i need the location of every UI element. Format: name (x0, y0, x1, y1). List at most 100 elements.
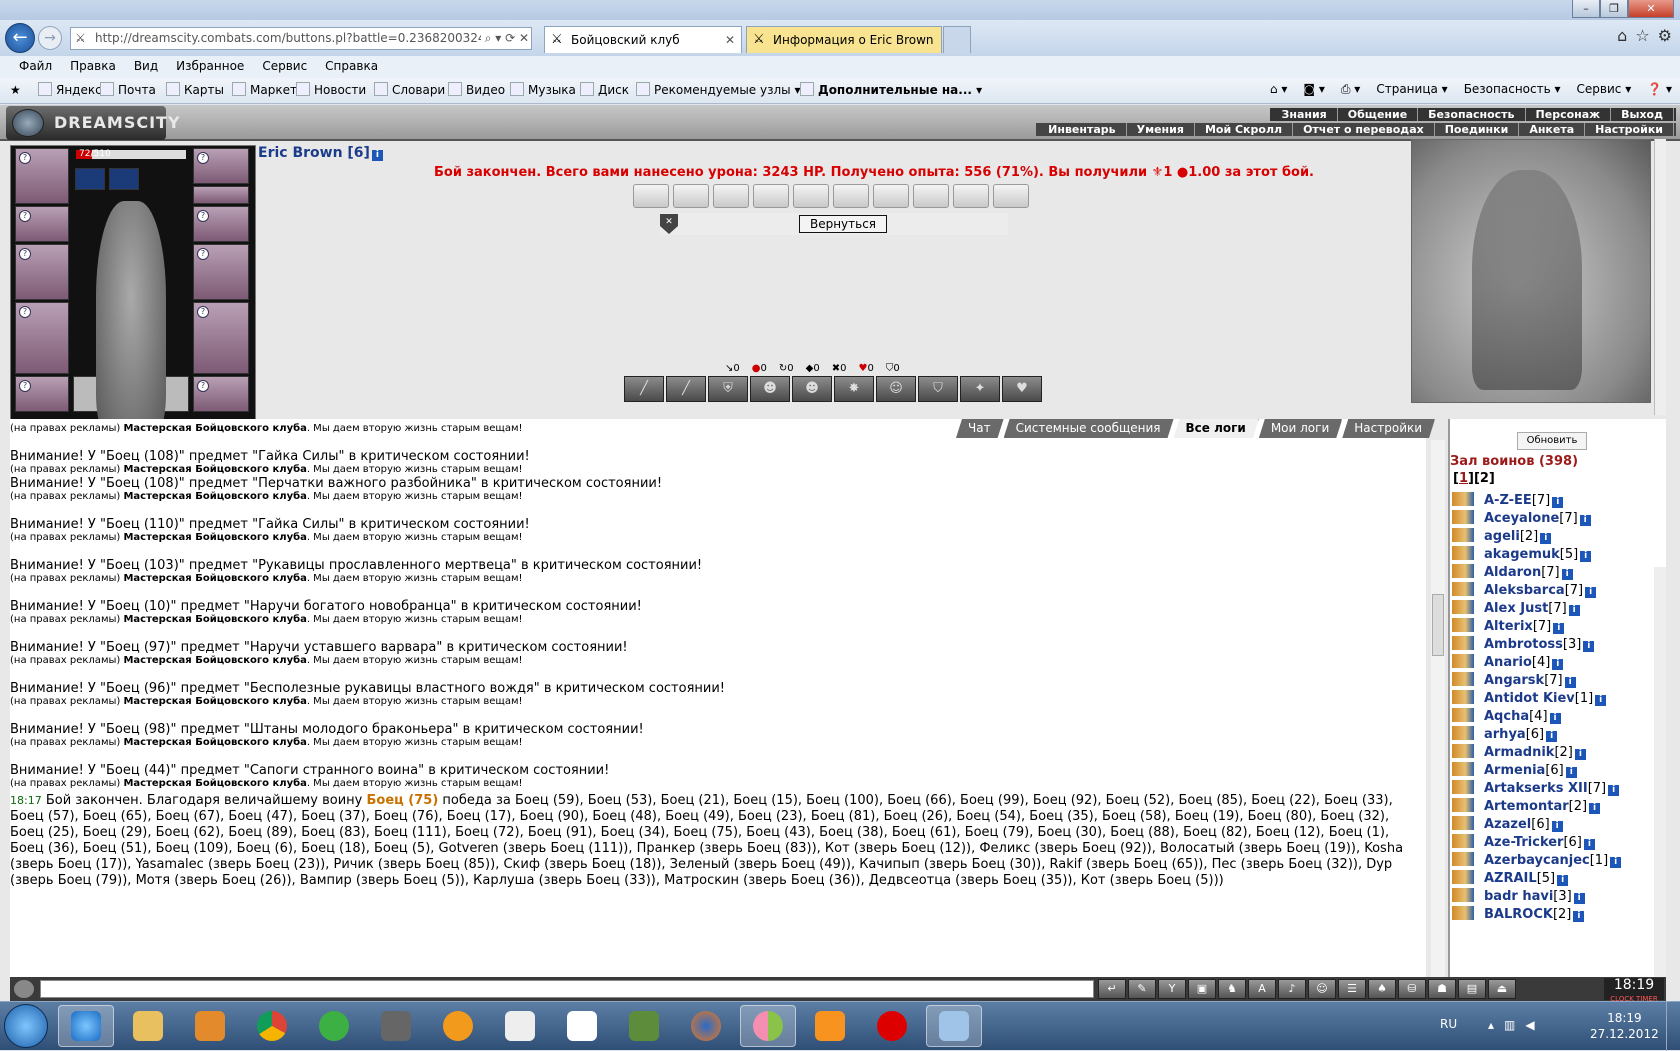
link-knowledge[interactable]: Знания (1272, 108, 1338, 121)
player-action-icon[interactable] (1452, 834, 1474, 848)
scroll-slot[interactable] (713, 184, 749, 208)
player-name[interactable]: Antidot Kiev (1484, 691, 1575, 706)
help-icon[interactable]: ❓ ▾ (1647, 82, 1672, 97)
player-row[interactable]: Aceyalone[7] i (1452, 510, 1662, 528)
volume-icon[interactable]: ◀ (1525, 1018, 1534, 1032)
player-action-icon[interactable] (1452, 582, 1474, 596)
favorites-star-icon[interactable]: ★ (10, 82, 21, 98)
minimize-button[interactable]: – (1572, 0, 1600, 18)
player-name[interactable]: BALROCK (1484, 907, 1553, 922)
menu-help[interactable]: Справка (316, 56, 387, 78)
fav-yandex[interactable]: Яндекс (38, 82, 102, 98)
info-icon[interactable]: i (1583, 641, 1595, 652)
info-icon[interactable]: i (1565, 767, 1577, 778)
fav-mail[interactable]: Почта (100, 82, 156, 98)
link-exit[interactable]: Выход (1611, 108, 1674, 121)
player-action-icon[interactable] (1452, 546, 1474, 560)
boots-slot[interactable]: ? (193, 376, 249, 412)
save-icon[interactable]: ▣ (1188, 979, 1216, 999)
player-name[interactable]: AZRAIL (1484, 871, 1537, 886)
player-row[interactable]: Armadnik[2] i (1452, 744, 1662, 762)
player-row[interactable]: BALROCK[2] i (1452, 906, 1662, 924)
info-icon[interactable]: i (371, 150, 383, 161)
player-action-icon[interactable] (1452, 636, 1474, 650)
fav-suggested-sites[interactable]: Рекомендуемые узлы ▾ (636, 82, 800, 98)
player-name[interactable]: Azazel (1484, 817, 1531, 832)
taskbar-ie[interactable] (58, 1005, 114, 1047)
link-character[interactable]: Персонаж (1526, 108, 1612, 121)
tab-info-eric-brown[interactable]: ⚔ Информация о Eric Brown (746, 26, 942, 53)
smiley-icon[interactable]: ☺ (1308, 979, 1336, 999)
tab-my-logs[interactable]: Мои логи (1259, 419, 1342, 438)
fav-maps[interactable]: Карты (166, 82, 224, 98)
back-button[interactable]: ← (5, 23, 35, 53)
menu-file[interactable]: Файл (10, 56, 61, 78)
spirit-skill-icon[interactable]: ☺ (876, 376, 916, 402)
link-inventory[interactable]: Инвентарь (1038, 123, 1127, 136)
favorites-star-icon[interactable]: ☆ (1635, 26, 1649, 45)
player-action-icon[interactable] (1452, 744, 1474, 758)
tab-fight-club[interactable]: ⚔ Бойцовский клуб ✕ (544, 26, 742, 53)
player-row[interactable]: Artemontar[2] i (1452, 798, 1662, 816)
chat-input[interactable] (40, 980, 1094, 998)
player-action-icon[interactable] (1452, 798, 1474, 812)
offhand-slot[interactable]: ? (193, 244, 249, 300)
player-action-icon[interactable] (1452, 600, 1474, 614)
player-name[interactable]: Angarsk (1484, 673, 1544, 688)
player-row[interactable]: Azerbaycanjec[1] i (1452, 852, 1662, 870)
link-my-scroll[interactable]: Мой Скролл (1195, 123, 1294, 136)
info-icon[interactable]: i (1585, 587, 1597, 598)
winner-name[interactable]: Боец (75) (366, 793, 438, 808)
player-name[interactable]: Anario (1484, 655, 1532, 670)
player-name[interactable]: Aldaron (1484, 565, 1541, 580)
taskbar-opera[interactable] (864, 1005, 920, 1047)
system-clock[interactable]: 18:19 27.12.2012 (1590, 1010, 1659, 1042)
scroll-slot[interactable] (873, 184, 909, 208)
send-icon[interactable]: ↵ (1098, 979, 1126, 999)
fav-music[interactable]: Музыка (510, 82, 576, 98)
taskbar-explorer[interactable] (120, 1005, 176, 1047)
player-action-icon[interactable] (1452, 780, 1474, 794)
player-row[interactable]: Aleksbarca[7] i (1452, 582, 1662, 600)
player-name[interactable]: Ambrotoss (1484, 637, 1563, 652)
character-name[interactable]: Eric Brown [6] i (258, 145, 383, 161)
player-name[interactable]: Alex Just (1484, 601, 1548, 616)
player-action-icon[interactable] (1452, 852, 1474, 866)
player-row[interactable]: Ambrotoss[3] i (1452, 636, 1662, 654)
sound-icon[interactable]: ♪ (1278, 979, 1306, 999)
link-skills[interactable]: Умения (1127, 123, 1195, 136)
link-transfer-report[interactable]: Отчет о переводах (1293, 123, 1435, 136)
taskbar-chrome[interactable] (244, 1005, 300, 1047)
taskbar-firefox[interactable] (678, 1005, 734, 1047)
player-row[interactable]: Aze-Tricker[6] i (1452, 834, 1662, 852)
info-icon[interactable]: i (1551, 821, 1563, 832)
sword-skill-icon[interactable]: ╱ (624, 376, 664, 402)
info-icon[interactable]: i (1557, 875, 1569, 886)
forward-button[interactable]: → (38, 26, 62, 50)
scroll-slot[interactable] (833, 184, 869, 208)
scroll-slot[interactable] (753, 184, 789, 208)
link-security[interactable]: Безопасность (1418, 108, 1526, 121)
clear-icon[interactable]: ✎ (1128, 979, 1156, 999)
filter-icon[interactable]: Y (1158, 979, 1186, 999)
taskbar-lightning[interactable] (492, 1005, 548, 1047)
info-icon[interactable]: i (1552, 659, 1564, 670)
star-skill-icon[interactable]: ✦ (960, 376, 1000, 402)
page-1-link[interactable]: 1 (1459, 471, 1468, 486)
player-name[interactable]: Alterix (1484, 619, 1533, 634)
player-action-icon[interactable] (1452, 654, 1474, 668)
taskbar-odnoklassniki[interactable] (802, 1005, 858, 1047)
player-row[interactable]: Azazel[6] i (1452, 816, 1662, 834)
taskbar-mail[interactable] (306, 1005, 362, 1047)
home-icon[interactable]: ⌂ (1617, 26, 1627, 45)
belt-slot[interactable]: ? (15, 376, 69, 412)
settings-gear-icon[interactable]: ⚙ (1658, 26, 1672, 45)
player-action-icon[interactable] (1452, 690, 1474, 704)
show-desktop-button[interactable] (1666, 1002, 1680, 1051)
taskbar-minecraft[interactable] (616, 1005, 672, 1047)
player-action-icon[interactable] (1452, 888, 1474, 902)
player-name[interactable]: Artakserks XII (1484, 781, 1588, 796)
taskbar-tanks[interactable] (368, 1005, 424, 1047)
address-text[interactable]: http://dreamscity.combats.com/buttons.pl… (95, 31, 501, 45)
earrings-slot[interactable]: ? (193, 148, 249, 184)
